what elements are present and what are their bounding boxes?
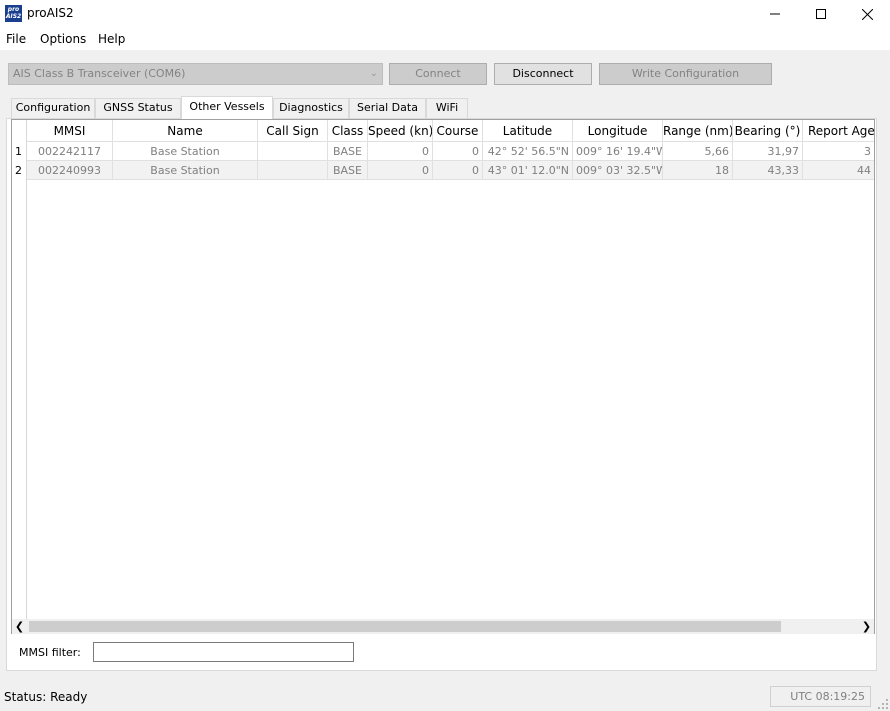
table-cell[interactable]: 18: [663, 161, 733, 180]
menu-bar: File Options Help: [0, 28, 890, 50]
menu-options[interactable]: Options: [40, 32, 86, 46]
column-header-name[interactable]: Name: [113, 120, 258, 142]
table-cell[interactable]: Base Station: [113, 142, 258, 161]
menu-file[interactable]: File: [6, 32, 26, 46]
column-header-report-age[interactable]: Report Age (s): [803, 120, 874, 142]
column-header-bearing[interactable]: Bearing (°): [733, 120, 803, 142]
table-cell[interactable]: 0: [433, 142, 483, 161]
write-configuration-button[interactable]: Write Configuration: [599, 63, 772, 85]
table-cell[interactable]: [258, 161, 328, 180]
horizontal-scrollbar[interactable]: ❮ ❯: [12, 619, 874, 634]
tab-other-vessels[interactable]: Other Vessels: [181, 96, 273, 119]
column-header-latitude[interactable]: Latitude: [483, 120, 573, 142]
column-header-course[interactable]: Course: [433, 120, 483, 142]
table-cell[interactable]: 0: [368, 161, 433, 180]
close-icon: [861, 8, 873, 20]
table-cell[interactable]: 009° 16' 19.4"W: [573, 142, 663, 161]
tab-serial-data[interactable]: Serial Data: [349, 98, 426, 118]
scroll-left-arrow-icon[interactable]: ❮: [12, 619, 27, 634]
maximize-button[interactable]: [798, 0, 844, 28]
utc-clock: UTC 08:19:25: [770, 686, 871, 707]
chevron-down-icon: ⌄: [369, 68, 378, 79]
menu-help[interactable]: Help: [98, 32, 125, 46]
row-number[interactable]: 1: [12, 142, 27, 161]
mmsi-filter-label: MMSI filter:: [19, 646, 81, 659]
device-select-value: AIS Class B Transceiver (COM6): [13, 67, 186, 80]
vessels-table[interactable]: MMSI Name Call Sign Class Speed (kn) Cou…: [11, 119, 875, 634]
app-logo-icon: pro AIS2: [5, 5, 22, 22]
connect-button[interactable]: Connect: [389, 63, 487, 85]
tab-diagnostics[interactable]: Diagnostics: [273, 98, 349, 118]
column-header-speed[interactable]: Speed (kn): [368, 120, 433, 142]
column-header-mmsi[interactable]: MMSI: [27, 120, 113, 142]
disconnect-button[interactable]: Disconnect: [494, 63, 592, 85]
table-cell[interactable]: 31,97: [733, 142, 803, 161]
table-cell[interactable]: Base Station: [113, 161, 258, 180]
column-header-class[interactable]: Class: [328, 120, 368, 142]
column-header-call-sign[interactable]: Call Sign: [258, 120, 328, 142]
minimize-icon: [770, 13, 780, 15]
table-cell[interactable]: 44: [803, 161, 874, 180]
maximize-icon: [816, 9, 826, 19]
tab-configuration[interactable]: Configuration: [11, 98, 95, 118]
table-cell[interactable]: BASE: [328, 161, 368, 180]
scroll-right-arrow-icon[interactable]: ❯: [859, 619, 874, 634]
column-header-longitude[interactable]: Longitude: [573, 120, 663, 142]
scrollbar-thumb[interactable]: [29, 621, 781, 632]
mmsi-filter-input[interactable]: [93, 642, 354, 662]
tab-wifi[interactable]: WiFi: [426, 98, 468, 118]
table-cell[interactable]: 009° 03' 32.5"W: [573, 161, 663, 180]
table-cell[interactable]: BASE: [328, 142, 368, 161]
table-cell[interactable]: 002242117: [27, 142, 113, 161]
table-cell[interactable]: 43° 01' 12.0"N: [483, 161, 573, 180]
table-cell[interactable]: 0: [368, 142, 433, 161]
window-title: proAIS2: [27, 6, 74, 20]
table-cell[interactable]: 002240993: [27, 161, 113, 180]
tab-gnss-status[interactable]: GNSS Status: [95, 98, 181, 118]
title-bar: pro AIS2 proAIS2: [0, 0, 890, 28]
table-cell[interactable]: 42° 52' 56.5"N: [483, 142, 573, 161]
minimize-button[interactable]: [752, 0, 798, 28]
close-button[interactable]: [844, 0, 890, 28]
resize-grip-icon[interactable]: [877, 698, 889, 710]
row-header-column: [12, 120, 27, 620]
table-cell[interactable]: [258, 142, 328, 161]
table-cell[interactable]: 5,66: [663, 142, 733, 161]
status-text: Status: Ready: [4, 690, 88, 704]
table-cell[interactable]: 3: [803, 142, 874, 161]
column-header-range[interactable]: Range (nm): [663, 120, 733, 142]
row-number[interactable]: 2: [12, 161, 27, 180]
table-cell[interactable]: 0: [433, 161, 483, 180]
device-select[interactable]: AIS Class B Transceiver (COM6) ⌄: [8, 63, 383, 85]
table-cell[interactable]: 43,33: [733, 161, 803, 180]
